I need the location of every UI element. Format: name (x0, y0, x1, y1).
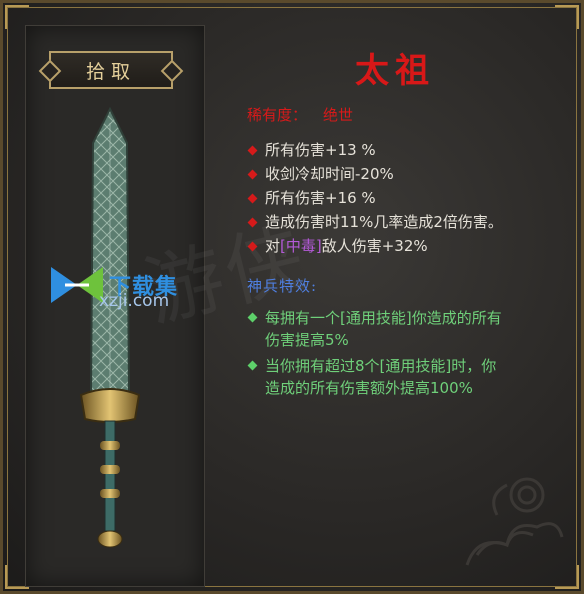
frame-corner-ornament (555, 5, 579, 29)
poison-keyword: [中毒] (280, 237, 322, 255)
item-detail-panel: 游侠 拾取 下载集 xzji.com 太祖 稀有度： 绝世 所有伤害+13 % … (0, 0, 584, 594)
green-diamond-bullet-icon (247, 360, 258, 371)
red-diamond-bullet-icon (247, 169, 258, 180)
stat-line: 收剑冷却时间-20% (247, 162, 503, 186)
red-diamond-bullet-icon (247, 217, 258, 228)
red-diamond-bullet-icon (247, 193, 258, 204)
rarity-row: 稀有度： 绝世 (247, 104, 353, 125)
special-effects-list: 每拥有一个[通用技能]你造成的所有 伤害提高5% 当你拥有超过8个[通用技能]时，… (247, 307, 502, 403)
pickup-button[interactable]: 拾取 (49, 51, 173, 89)
watermark-logo-icon (51, 267, 103, 303)
effect-line: 每拥有一个[通用技能]你造成的所有 伤害提高5% (247, 307, 502, 351)
stat-line: 对[中毒]敌人伤害+32% (247, 234, 503, 258)
green-diamond-bullet-icon (247, 312, 258, 323)
red-diamond-bullet-icon (247, 145, 258, 156)
rarity-value: 绝世 (323, 106, 354, 124)
effect-line: 当你拥有超过8个[通用技能]时，你 造成的所有伤害额外提高100% (247, 355, 502, 399)
watermark-url: xzji.com (99, 291, 170, 311)
stat-line: 所有伤害+16 % (247, 186, 503, 210)
special-effects-title: 神兵特效: (247, 277, 318, 295)
item-title: 太祖 (355, 51, 435, 91)
stat-list: 所有伤害+13 % 收剑冷却时间-20% 所有伤害+16 % 造成伤害时11%几… (247, 138, 503, 258)
rarity-label: 稀有度： (247, 106, 308, 124)
stat-line: 所有伤害+13 % (247, 138, 503, 162)
cloud-ornament-icon (465, 477, 564, 566)
red-diamond-bullet-icon (247, 241, 258, 252)
stat-line: 造成伤害时11%几率造成2倍伤害。 (247, 210, 503, 234)
sword-item-icon (79, 106, 141, 548)
